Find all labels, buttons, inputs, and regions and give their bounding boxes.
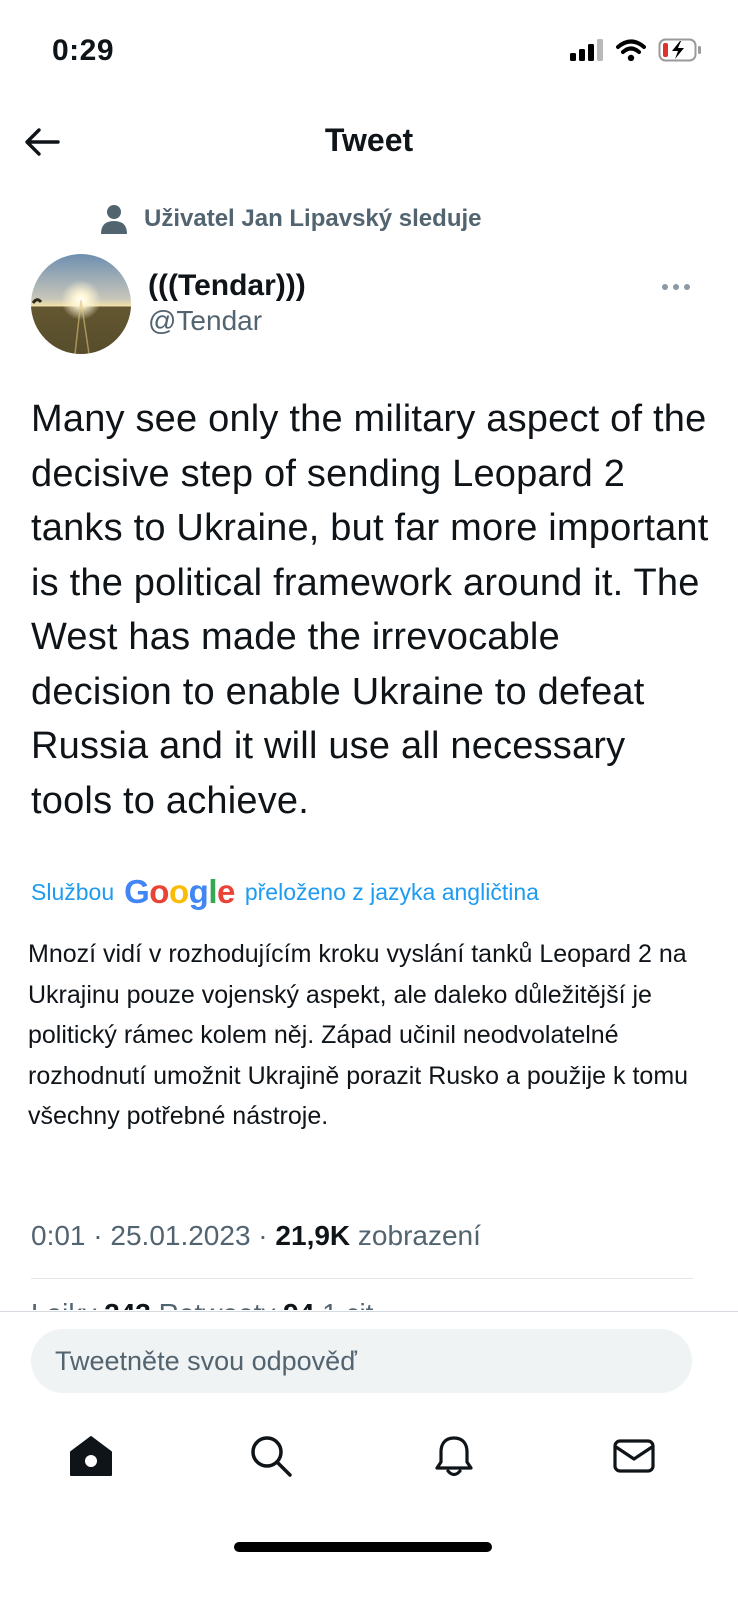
battery-charging-icon [658, 38, 701, 62]
citations-fragment: 1 cit [322, 1298, 373, 1310]
avatar-image [31, 254, 131, 354]
status-icons [570, 38, 702, 62]
more-horizontal-icon [662, 284, 690, 290]
tweet-date: 25.01.2023 [110, 1220, 251, 1251]
reply-input[interactable] [31, 1329, 692, 1393]
tab-bar [0, 1416, 738, 1492]
translated-text: Mnozí vidí v rozhodujícím kroku vyslání … [28, 940, 689, 1130]
more-options-button[interactable] [654, 272, 698, 302]
wifi-icon [616, 39, 646, 61]
google-logo: Google [124, 873, 235, 910]
social-context-label: Uživatel Jan Lipavský sleduje [144, 205, 482, 232]
tab-messages[interactable] [610, 1432, 658, 1480]
divider [31, 1278, 693, 1279]
author-name[interactable]: (((Tendar))) [148, 269, 306, 303]
status-bar: 0:29 [0, 0, 738, 100]
likes-label: Lajky [31, 1298, 96, 1310]
views-count: 21,9K [275, 1220, 351, 1251]
cellular-signal-icon [570, 39, 603, 61]
messages-icon [613, 1439, 655, 1473]
notifications-icon [435, 1436, 473, 1477]
tweet-meta: 0:01 · 25.01.2023 · 21,9K zobrazení [31, 1220, 481, 1251]
social-context[interactable]: Uživatel Jan Lipavský sleduje [100, 204, 482, 234]
person-icon [101, 205, 127, 234]
nav-header: Tweet [0, 100, 738, 184]
views-label: zobrazení [357, 1220, 481, 1251]
tweet-text: Many see only the military aspect of the… [31, 398, 709, 822]
tweet-stats[interactable]: Lajky 243 Retweety 94 1 cit [31, 1298, 373, 1310]
tab-home[interactable] [67, 1432, 115, 1480]
page-title: Tweet [324, 122, 414, 158]
status-time: 0:29 [52, 34, 115, 67]
bottom-panel [0, 1311, 738, 1600]
retweets-count: 94 [283, 1298, 314, 1310]
translation-suffix: přeloženo z jazyka angličtina [244, 878, 539, 905]
translation-attribution[interactable]: Službou Google přeloženo z jazyka anglič… [31, 873, 539, 911]
author-handle[interactable]: @Tendar [148, 305, 262, 337]
tab-search[interactable] [247, 1432, 295, 1480]
tweet-time: 0:01 [31, 1220, 86, 1251]
tab-notifications[interactable] [430, 1432, 478, 1480]
home-icon [70, 1436, 112, 1476]
likes-count: 243 [104, 1298, 151, 1310]
retweets-label: Retweety [159, 1298, 276, 1310]
translation-prefix: Službou [31, 878, 115, 905]
home-indicator [234, 1542, 492, 1552]
avatar[interactable] [31, 254, 131, 354]
search-icon [251, 1436, 292, 1477]
